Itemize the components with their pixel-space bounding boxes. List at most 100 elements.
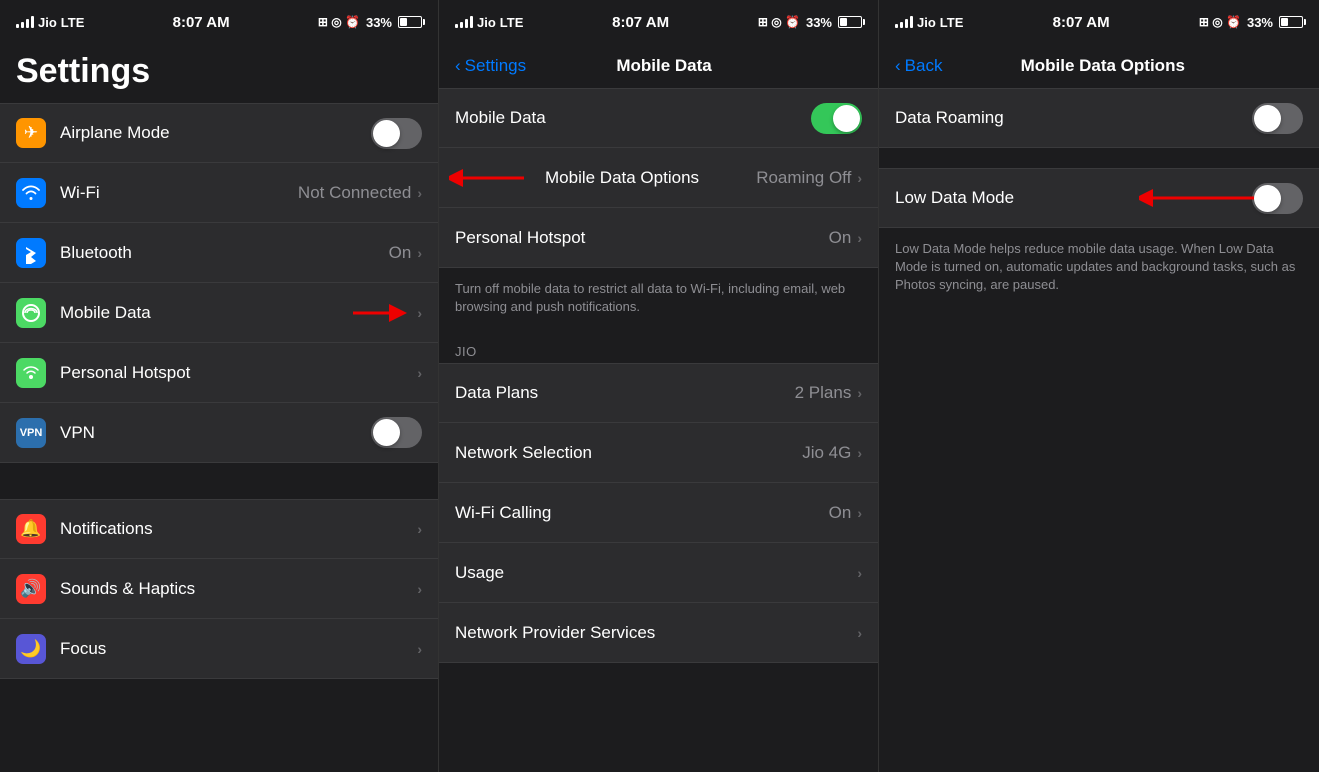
carrier-left: Jio — [38, 15, 57, 30]
mobile-data-label: Mobile Data — [60, 303, 417, 323]
status-left-right: Jio LTE — [895, 15, 963, 30]
settings-list: ✈ Airplane Mode Wi-Fi Not Connected — [0, 103, 438, 772]
left-panel: Jio LTE 8:07 AM ⊞ ◎ ⏰ 33% Settings ✈ Air… — [0, 0, 439, 772]
settings-row-mobile-data[interactable]: Mobile Data › — [0, 283, 438, 343]
focus-chevron: › — [417, 641, 422, 657]
network-provider-label: Network Provider Services — [455, 623, 857, 643]
nav-bar-middle: ‹ Settings Mobile Data — [439, 44, 878, 88]
status-bar-middle: Jio LTE 8:07 AM ⊞ ◎ ⏰ 33% — [439, 0, 878, 44]
bluetooth-icon — [16, 238, 46, 268]
cell-wifi-calling[interactable]: Wi-Fi Calling On › — [439, 483, 878, 543]
network-type-right: LTE — [940, 15, 964, 30]
battery-fill-left — [400, 18, 407, 26]
network-provider-chevron: › — [857, 625, 862, 641]
status-right-right: ⊞ ◎ ⏰ 33% — [1199, 15, 1303, 30]
personal-hotspot-cell-value: On — [829, 228, 852, 248]
gap-right-1 — [879, 148, 1319, 168]
data-plans-value: 2 Plans — [795, 383, 852, 403]
settings-row-airplane[interactable]: ✈ Airplane Mode — [0, 103, 438, 163]
time-left: 8:07 AM — [173, 14, 230, 31]
network-selection-label: Network Selection — [455, 443, 802, 463]
battery-left — [398, 16, 422, 28]
settings-row-bluetooth[interactable]: Bluetooth On › — [0, 223, 438, 283]
sounds-label: Sounds & Haptics — [60, 579, 417, 599]
cell-data-plans[interactable]: Data Plans 2 Plans › — [439, 363, 878, 423]
notifications-label: Notifications — [60, 519, 417, 539]
signal-bars-middle — [455, 16, 473, 28]
carrier-right: Jio — [917, 15, 936, 30]
cell-usage[interactable]: Usage › — [439, 543, 878, 603]
nav-title-right: Mobile Data Options — [902, 56, 1303, 76]
settings-row-vpn[interactable]: VPN VPN — [0, 403, 438, 463]
battery-pct-right: 33% — [1247, 15, 1273, 30]
signal-bar-3 — [26, 19, 29, 28]
cell-data-roaming[interactable]: Data Roaming — [879, 88, 1319, 148]
notifications-icon: 🔔 — [16, 514, 46, 544]
low-data-desc-text: Low Data Mode helps reduce mobile data u… — [895, 241, 1295, 292]
icons-middle: ⊞ ◎ ⏰ — [758, 15, 800, 29]
signal-bars — [16, 16, 34, 28]
low-data-mode-label: Low Data Mode — [895, 188, 1252, 208]
network-type-middle: LTE — [500, 15, 524, 30]
icons-right: ⊞ ◎ ⏰ — [1199, 15, 1241, 29]
time-middle: 8:07 AM — [612, 14, 669, 31]
signal-bar-2 — [21, 22, 24, 28]
cell-mobile-data-options[interactable]: Mobile Data Options Roaming Off › — [439, 148, 878, 208]
settings-row-notifications[interactable]: 🔔 Notifications › — [0, 499, 438, 559]
mobile-data-options-label: Mobile Data Options — [545, 168, 756, 188]
mobile-data-cell-label: Mobile Data — [455, 108, 811, 128]
data-roaming-label: Data Roaming — [895, 108, 1252, 128]
mobile-data-options-chevron: › — [857, 170, 862, 186]
status-left-middle: Jio LTE — [455, 15, 523, 30]
settings-row-wifi[interactable]: Wi-Fi Not Connected › — [0, 163, 438, 223]
low-data-mode-toggle[interactable] — [1252, 183, 1303, 214]
mobile-data-description: Turn off mobile data to restrict all dat… — [439, 268, 878, 328]
personal-hotspot-cell-chevron: › — [857, 230, 862, 246]
settings-group-1: ✈ Airplane Mode Wi-Fi Not Connected — [0, 103, 438, 463]
airplane-toggle[interactable] — [371, 118, 422, 149]
vpn-toggle[interactable] — [371, 417, 422, 448]
wifi-calling-value: On — [829, 503, 852, 523]
red-arrow-options — [449, 163, 529, 193]
sounds-chevron: › — [417, 581, 422, 597]
status-left: Jio LTE — [16, 15, 84, 30]
cell-network-provider[interactable]: Network Provider Services › — [439, 603, 878, 663]
settings-row-sounds[interactable]: 🔊 Sounds & Haptics › — [0, 559, 438, 619]
battery-middle — [838, 16, 862, 28]
app-wrapper: Jio LTE 8:07 AM ⊞ ◎ ⏰ 33% Settings ✈ Air… — [0, 0, 1319, 772]
nav-title-middle: Mobile Data — [466, 56, 862, 76]
cell-mobile-data[interactable]: Mobile Data — [439, 88, 878, 148]
low-data-description: Low Data Mode helps reduce mobile data u… — [879, 228, 1319, 307]
status-bar-left: Jio LTE 8:07 AM ⊞ ◎ ⏰ 33% — [0, 0, 438, 44]
usage-label: Usage — [455, 563, 857, 583]
settings-row-focus[interactable]: 🌙 Focus › — [0, 619, 438, 679]
wifi-calling-chevron: › — [857, 505, 862, 521]
status-bar-right: Jio LTE 8:07 AM ⊞ ◎ ⏰ 33% — [879, 0, 1319, 44]
hotspot-chevron: › — [417, 365, 422, 381]
vpn-icon: VPN — [16, 418, 46, 448]
middle-panel: Jio LTE 8:07 AM ⊞ ◎ ⏰ 33% ‹ Settings Mob… — [439, 0, 879, 772]
mobile-data-chevron: › — [417, 305, 422, 321]
middle-content: Mobile Data Mobile Data Options — [439, 88, 878, 772]
right-cell-group-2: Low Data Mode — [879, 168, 1319, 228]
status-right-left: ⊞ ◎ ⏰ 33% — [318, 15, 422, 30]
focus-label: Focus — [60, 639, 417, 659]
usage-chevron: › — [857, 565, 862, 581]
settings-row-hotspot[interactable]: Personal Hotspot › — [0, 343, 438, 403]
cell-personal-hotspot[interactable]: Personal Hotspot On › — [439, 208, 878, 268]
bluetooth-label: Bluetooth — [60, 243, 389, 263]
mobile-data-options-value: Roaming Off — [756, 168, 851, 188]
notifications-chevron: › — [417, 521, 422, 537]
network-selection-chevron: › — [857, 445, 862, 461]
signal-bar-1 — [16, 24, 19, 28]
cell-low-data-mode[interactable]: Low Data Mode — [879, 168, 1319, 228]
mobile-data-desc-text: Turn off mobile data to restrict all dat… — [455, 281, 845, 314]
right-content: Data Roaming Low Data Mode — [879, 88, 1319, 772]
data-roaming-toggle[interactable] — [1252, 103, 1303, 134]
mobile-data-icon — [16, 298, 46, 328]
hotspot-label: Personal Hotspot — [60, 363, 417, 383]
jio-section-header: JIO — [439, 328, 878, 363]
bluetooth-value: On — [389, 243, 412, 263]
mobile-data-cell-toggle[interactable] — [811, 103, 862, 134]
cell-network-selection[interactable]: Network Selection Jio 4G › — [439, 423, 878, 483]
